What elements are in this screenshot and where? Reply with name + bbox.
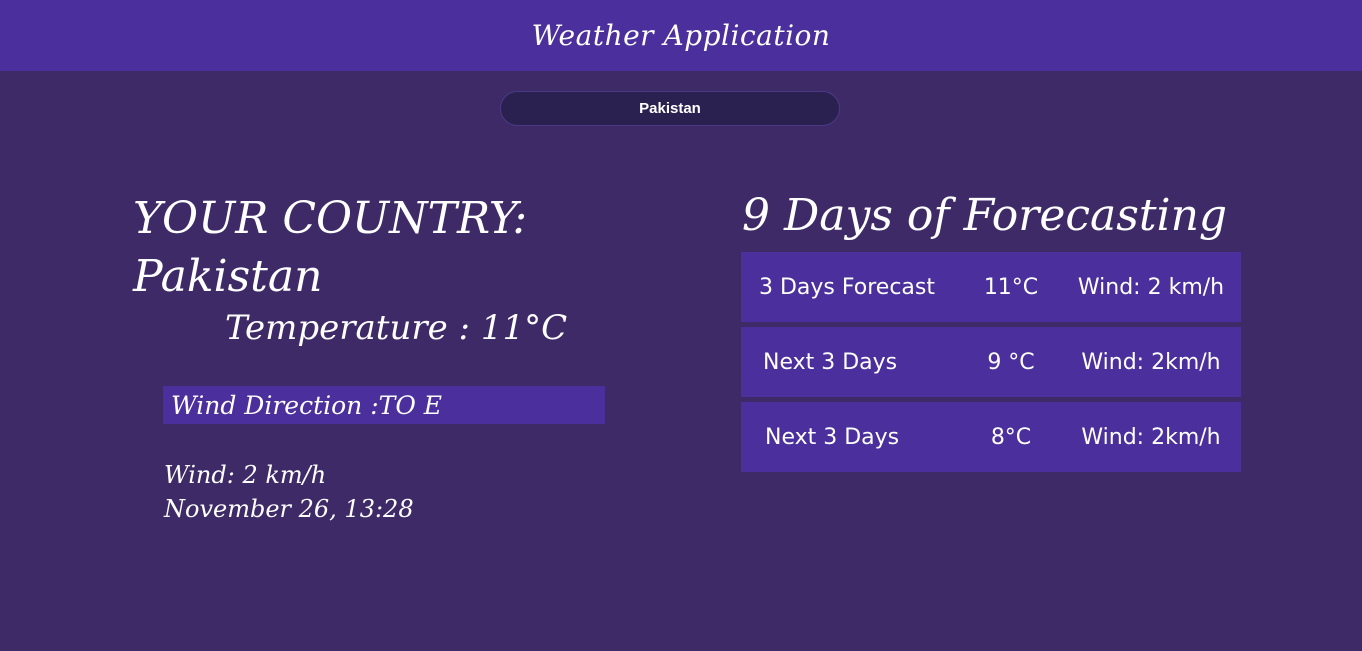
forecast-temperature: 8°C — [990, 424, 1032, 450]
forecast-period: Next 3 Days — [763, 349, 898, 375]
current-weather-panel: YOUR COUNTRY: Pakistan Temperature : 11°… — [133, 190, 633, 523]
forecast-row: Next 3 Days 8°C Wind: 2km/h — [741, 402, 1241, 472]
forecast-wind: Wind: 2km/h — [1081, 424, 1221, 450]
current-temperature: Temperature : 11°C — [225, 308, 568, 348]
forecast-row: 3 Days Forecast 11°C Wind: 2 km/h — [741, 252, 1241, 322]
forecast-wind: Wind: 2km/h — [1081, 349, 1221, 375]
forecast-title: 9 Days of Forecasting — [742, 190, 1228, 241]
country-search-input[interactable] — [500, 91, 840, 126]
forecast-list: 3 Days Forecast 11°C Wind: 2 km/h Next 3… — [741, 252, 1241, 477]
forecast-temperature: 9 °C — [987, 349, 1035, 375]
country-label: YOUR COUNTRY: — [133, 193, 528, 244]
forecast-wind: Wind: 2 km/h — [1077, 274, 1225, 300]
country-heading: YOUR COUNTRY: Pakistan — [133, 190, 633, 306]
app-title: Weather Application — [531, 19, 831, 52]
wind-speed: Wind: 2 km/h — [164, 461, 327, 489]
current-datetime: November 26, 13:28 — [164, 495, 414, 523]
country-name: Pakistan — [133, 251, 323, 302]
forecast-temperature: 11°C — [983, 274, 1039, 300]
forecast-row: Next 3 Days 9 °C Wind: 2km/h — [741, 327, 1241, 397]
forecast-period: 3 Days Forecast — [759, 274, 935, 300]
wind-info: Wind: 2 km/h November 26, 13:28 — [164, 458, 414, 526]
forecast-period: Next 3 Days — [765, 424, 900, 450]
wind-direction-badge: Wind Direction :TO E — [163, 386, 605, 424]
app-header: Weather Application — [0, 0, 1362, 71]
